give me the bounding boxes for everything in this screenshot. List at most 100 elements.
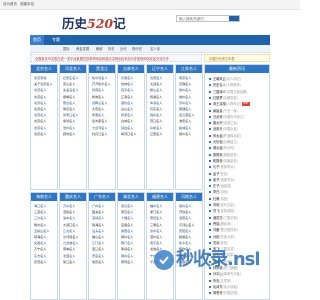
panel-title[interactable]: 河北名人 <box>60 65 86 73</box>
sidebar-item[interactable]: 红楼梦(名著赏析) <box>209 95 267 101</box>
sidebar-item[interactable]: 三国演义(中国古典名著) <box>209 89 267 95</box>
sidebar-item[interactable]: 毛泽东(伟大领袖) <box>209 284 267 290</box>
sidebar-item-meta: (儒家学派) <box>219 165 235 170</box>
right-notice-text: 中国历代帝王年表 <box>209 56 235 61</box>
panel-title[interactable]: 福建名人 <box>147 193 173 201</box>
sidebar-item[interactable]: 刘备(蜀汉昭烈帝) <box>209 227 267 233</box>
panel-list: 南京名人 无锡名人 徐州名人 常州名人 苏州名人 南通名人 连云港名人 淮安名人 盐城名人 扬州名… <box>176 75 202 137</box>
bullet-icon <box>209 134 211 137</box>
panel-list-item[interactable]: 辽阳名人 <box>147 131 173 137</box>
sidebar-item-label: 秦始皇 <box>213 108 223 113</box>
panel-list-item[interactable]: 綦江名人 <box>60 259 86 265</box>
panel-title[interactable]: 江苏名人 <box>176 65 202 73</box>
sidebar-item[interactable]: 诸葛亮(三国名相) <box>209 215 267 221</box>
site-logo[interactable]: 历史520记 <box>62 15 152 32</box>
sidebar-item[interactable]: 秦始皇(千古一帝) <box>209 108 267 114</box>
province-panel: 北京名人 北京老城 关于北京名人 北京名人 北京名人 北京名人 北京名人 北京名人 北京名人 北京… <box>30 64 58 190</box>
bullet-icon <box>209 90 211 93</box>
sidebar-item-label: 帝王将相 <box>213 102 226 107</box>
sidebar-item[interactable]: 孙权(东吴大帝) <box>209 234 267 240</box>
sidebar-item[interactable]: 鲁迅(文学家) <box>209 278 267 284</box>
category-link[interactable]: 名人传 <box>150 47 160 52</box>
panel-title[interactable]: 广东名人 <box>89 193 115 201</box>
sidebar-item-meta: (名著赏析) <box>222 95 238 100</box>
panel-title[interactable]: 黑龙江 <box>89 65 115 73</box>
sidebar-item[interactable]: 康熙帝(康乾盛世) <box>209 152 267 158</box>
sidebar-item[interactable]: 孟子(亚圣) <box>209 171 267 177</box>
sidebar-item[interactable]: 孔子(儒家学派) <box>209 164 267 170</box>
panel-title[interactable]: 海南名人 <box>31 193 57 201</box>
main-nav: 首页 专题 <box>30 35 270 45</box>
sidebar-item[interactable]: 武则天(中国女皇) <box>209 126 267 132</box>
sidebar-item-label: 周恩来 <box>213 291 223 296</box>
watermark: 秒收录.nsl <box>154 245 274 275</box>
panel-list-item[interactable]: 定安名人 <box>31 259 57 265</box>
panel-list-item[interactable]: 黄冈名人 <box>118 259 144 265</box>
sidebar-item-label: 王朝风云 <box>213 77 226 81</box>
sidebar-item-label: 唐太宗 <box>213 121 223 126</box>
nav-home[interactable]: 首页 <box>30 35 44 45</box>
sidebar-item[interactable]: 宋太祖(杯酒释兵权) <box>209 133 267 139</box>
sidebar-item[interactable]: 汉武帝(中国历代帝王) <box>209 114 267 120</box>
sidebar-item[interactable]: 乾隆帝(清朝皇帝) <box>209 158 267 164</box>
sidebar-item[interactable]: 唐太宗(贞观之治) <box>209 120 267 126</box>
sidebar-item[interactable]: 李白(诗仙) <box>209 189 267 195</box>
sidebar-item[interactable]: 苏轼(宋代文豪) <box>209 202 267 208</box>
category-link[interactable]: 黄金发展 <box>76 47 89 52</box>
sidebar-item-label: 武则天 <box>213 127 223 132</box>
province-panel: 广东名人 广州名人 韶关名人 深圳名人 珠海名人 汕头名人 佛山名人 江门名人 湛江名人 茂名名人… <box>88 192 116 300</box>
panel-list-item[interactable]: 廊坊名人 <box>60 131 86 137</box>
sidebar-item[interactable]: 老子(道家学派) <box>209 177 267 183</box>
bullet-icon <box>209 172 211 175</box>
province-panel: 湖北名人 武汉名人 黄石名人 十堰名人 宜昌名人 襄阳名人 鄂州名人 荆门名人 孝感名人 荆州名人… <box>117 192 145 300</box>
sidebar-item[interactable]: 曹操(魏武帝) <box>209 221 267 227</box>
sidebar-item-meta: (康乾盛世) <box>222 152 238 157</box>
sidebar-item[interactable]: 庄子(逍遥游) <box>209 183 267 189</box>
panel-list-item[interactable]: 扬州名人 <box>176 131 202 137</box>
search-button[interactable] <box>229 16 239 31</box>
search-input[interactable] <box>177 16 229 21</box>
add-bookmark-link[interactable]: 收藏本站 <box>20 2 34 7</box>
bullet-icon <box>209 222 211 225</box>
panel-list-item[interactable]: 牡丹江名人 <box>89 131 115 137</box>
sidebar-item[interactable]: 历史名人(人物故事) <box>209 82 267 88</box>
sidebar-item[interactable]: 帝王将相(人物传记) HOT <box>209 101 267 107</box>
panel-list-item[interactable]: 梅河口名人 <box>118 131 144 137</box>
sidebar-item[interactable]: 杜甫(诗圣) <box>209 196 267 202</box>
nav-topics[interactable]: 专题 <box>52 37 60 43</box>
bullet-icon <box>209 78 211 80</box>
panel-title[interactable]: 河南名人 <box>176 193 202 201</box>
panel-title[interactable]: 吉林名人 <box>118 65 144 73</box>
province-panel: 河北名人 石家庄名人 唐山名人 秦皇岛名人 邯郸名人 邢台名人 保定名人 张家口名人 承德名人沧… <box>59 64 87 190</box>
set-homepage-link[interactable]: 设为首页 <box>3 2 17 7</box>
category-link[interactable]: 国际 <box>63 47 70 52</box>
panel-title[interactable]: 重庆名人 <box>60 193 86 201</box>
right-notice[interactable]: 中国历代帝王年表 <box>204 54 270 62</box>
sidebar-item[interactable]: 明太祖(朱元璋) <box>209 145 267 151</box>
panel-title[interactable]: 辽宁名人 <box>147 65 173 73</box>
panel-title[interactable]: 北京名人 <box>31 65 57 73</box>
province-panel: 海南名人海口名人 三亚名人 三沙名人 儋州名人 五指山名人 琼海名人 文昌名人 万宁名人 东方名… <box>30 192 58 300</box>
panel-list: 海口名人 三亚名人 三沙名人 儋州名人 五指山名人 琼海名人 文昌名人 万宁名人 东方名人 定安名… <box>31 203 57 265</box>
category-link[interactable]: 近代 <box>120 47 127 52</box>
sidebar-item[interactable]: 元世祖(元朝建立) <box>209 139 267 145</box>
hot-badge: HOT <box>242 102 250 106</box>
province-panel: 辽宁名人 沈阳名人 大连名人 鞍山名人 抚顺名人 本溪名人 丹东名人 锦州名人 营口名人 阜新名人… <box>146 64 174 190</box>
sidebar-item-label: 乾隆帝 <box>213 158 223 163</box>
sidebar-item[interactable]: 周恩来(开国总理) <box>209 290 267 296</box>
panel-list: 哈尔滨名人 齐齐哈尔名人 鸡西名人 鹤岗名人 双鸭山名人 大庆名人 伊春名人 佳木斯名人 七台河… <box>89 75 115 137</box>
watermark-text: 秒收录.nsl <box>176 249 261 270</box>
sidebar-item[interactable]: 岳飞(民族英雄) <box>209 208 267 214</box>
category-link[interactable]: 历史 <box>108 47 115 52</box>
panel-list-item[interactable]: 肇庆名人 <box>89 259 115 265</box>
sidebar-item-meta: (亚圣) <box>219 171 229 176</box>
region-quicklinks <box>176 25 240 39</box>
category-link[interactable]: 朝鲜 <box>96 47 103 52</box>
category-link[interactable]: 现代史 <box>132 47 142 52</box>
sidebar-item[interactable]: 王朝风云(名人传记) <box>209 76 267 82</box>
panel-list-item[interactable]: 北京名人 <box>31 131 57 137</box>
sidebar-item-meta: (中国历代帝王) <box>222 114 245 119</box>
panel-title[interactable]: 湖北名人 <box>118 193 144 201</box>
bullet-icon <box>209 109 211 112</box>
sidebar-item-meta: (民族英雄) <box>219 209 235 214</box>
